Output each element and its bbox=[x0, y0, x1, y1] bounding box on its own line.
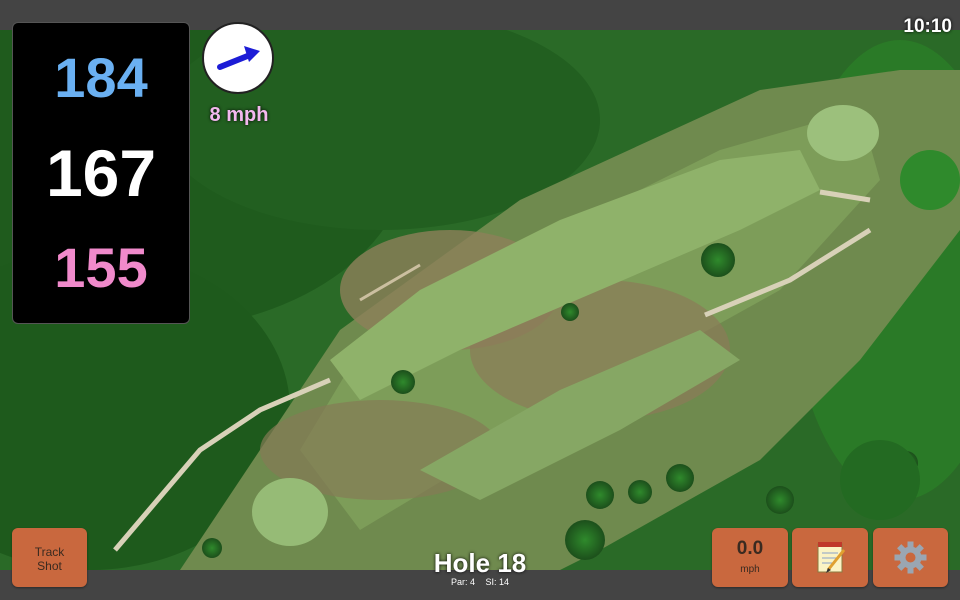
hole-par: Par: 4 bbox=[450, 577, 475, 587]
track-shot-label-line1: Track bbox=[34, 545, 65, 559]
speed-unit: mph bbox=[740, 564, 760, 575]
front-distance: 155 bbox=[54, 236, 148, 299]
speed-button[interactable]: 0.0 mph bbox=[712, 528, 788, 587]
wind-indicator bbox=[202, 22, 274, 94]
wind-arrow-icon bbox=[217, 46, 260, 70]
hole-meta: Par: 4 SI: 14 bbox=[400, 577, 560, 587]
distance-panel: 184 167 155 bbox=[12, 22, 190, 324]
track-shot-label-line2: Shot bbox=[37, 559, 62, 573]
gear-icon bbox=[894, 541, 927, 574]
wind-speed-label: 8 mph bbox=[209, 104, 269, 126]
notes-button[interactable] bbox=[792, 528, 868, 587]
settings-button[interactable] bbox=[873, 528, 948, 587]
hole-stroke-index: SI: 14 bbox=[485, 577, 510, 587]
middle-distance: 167 bbox=[45, 136, 157, 210]
back-distance: 184 bbox=[54, 46, 148, 109]
notepad-icon bbox=[817, 542, 846, 573]
speed-value: 0.0 bbox=[736, 538, 764, 559]
clock-time: 10:10 bbox=[903, 16, 952, 37]
hole-title: Hole 18 bbox=[433, 548, 527, 578]
track-shot-button[interactable]: Track Shot bbox=[12, 528, 87, 587]
